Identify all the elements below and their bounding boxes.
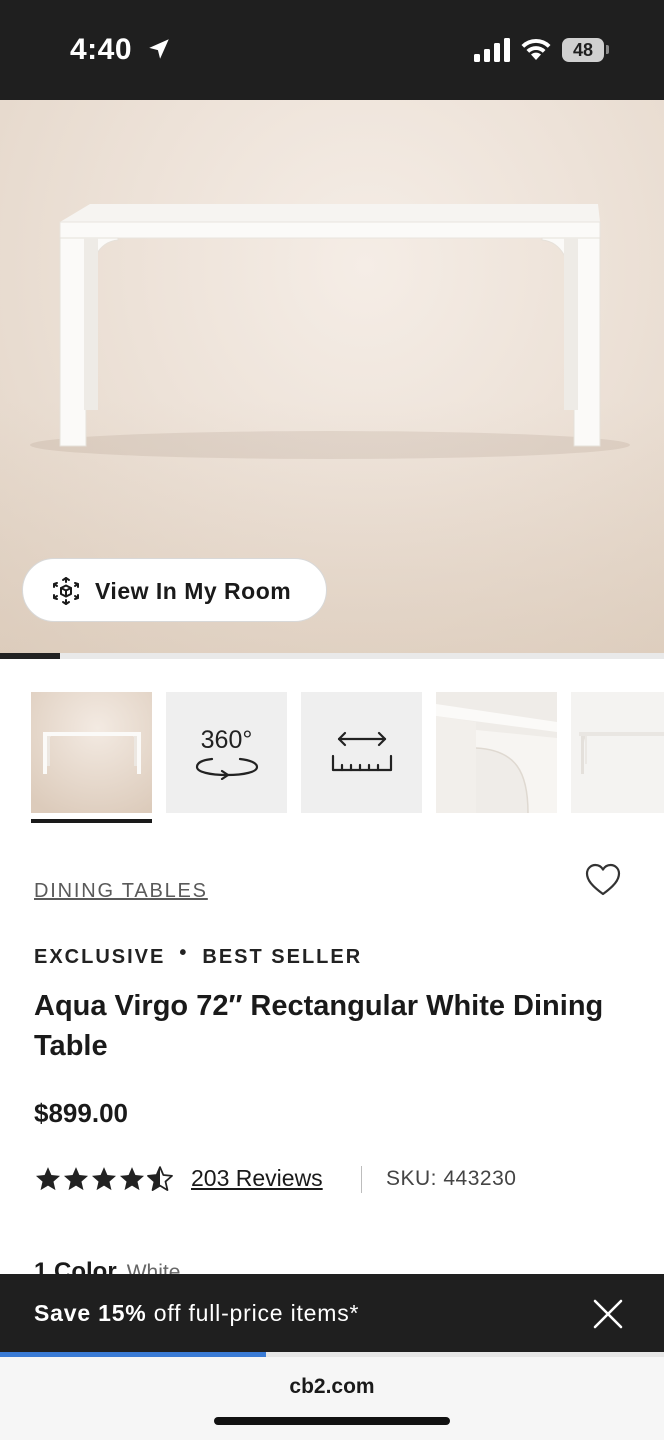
star-full-icon xyxy=(119,1167,145,1191)
category-breadcrumb-link[interactable]: DINING TABLES xyxy=(34,880,208,903)
ar-cube-icon xyxy=(53,577,79,605)
close-icon[interactable] xyxy=(592,1298,624,1330)
thumbnail-strip[interactable]: 360° xyxy=(0,692,664,828)
table-detail-image xyxy=(436,692,557,813)
thumbnail-side-photo[interactable] xyxy=(571,692,664,813)
wifi-icon xyxy=(521,38,551,60)
rating-sku-divider xyxy=(361,1166,362,1193)
thumbnail-selected-indicator xyxy=(31,819,152,823)
battery-indicator: 48 xyxy=(562,38,604,62)
wishlist-heart-icon[interactable] xyxy=(584,862,622,898)
cellular-signal-icon xyxy=(474,38,510,62)
view-in-my-room-label: View In My Room xyxy=(95,578,292,604)
badge-exclusive: EXCLUSIVE xyxy=(34,946,166,968)
product-badges: EXCLUSIVE • BEST SELLER xyxy=(34,942,363,969)
star-full-icon xyxy=(63,1167,89,1191)
table-thumbnail-image xyxy=(31,692,152,813)
url-text[interactable]: cb2.com xyxy=(0,1375,664,1399)
promo-banner[interactable]: Save 15% off full-price items* xyxy=(0,1274,664,1352)
promo-text-bold: Save 15% xyxy=(34,1300,147,1326)
star-full-icon xyxy=(35,1167,61,1191)
star-full-icon xyxy=(91,1167,117,1191)
promo-text: Save 15% off full-price items* xyxy=(34,1300,359,1327)
product-price: $899.00 xyxy=(34,1098,128,1128)
thumbnail-product-photo[interactable] xyxy=(31,692,152,813)
product-hero-image[interactable]: View In My Room xyxy=(0,100,664,653)
badge-separator: • xyxy=(179,942,189,964)
status-time: 4:40 xyxy=(70,33,133,66)
gallery-progress-track xyxy=(0,653,664,659)
star-half-icon xyxy=(147,1166,173,1191)
promo-text-rest: off full-price items* xyxy=(146,1300,360,1326)
thumbnail-dimensions[interactable] xyxy=(301,692,422,813)
rating-stars[interactable] xyxy=(34,1165,174,1195)
product-sku: SKU: 443230 xyxy=(386,1167,517,1190)
dimensions-ruler-icon xyxy=(331,731,393,772)
browser-address-bar[interactable]: cb2.com xyxy=(0,1357,664,1440)
thumbnail-detail-photo[interactable] xyxy=(436,692,557,813)
view-in-my-room-button[interactable]: View In My Room xyxy=(22,558,327,622)
location-arrow-icon xyxy=(149,39,169,59)
thumbnail-360-label: 360° xyxy=(200,726,253,754)
product-title: Aqua Virgo 72″ Rectangular White Dining … xyxy=(34,990,604,1062)
badge-best-seller: BEST SELLER xyxy=(202,946,363,968)
gallery-progress-fill xyxy=(0,653,60,659)
battery-tip xyxy=(606,45,609,54)
home-indicator[interactable] xyxy=(214,1417,450,1425)
status-bar: 4:40 48 xyxy=(0,0,664,100)
reviews-link[interactable]: 203 Reviews xyxy=(191,1165,323,1192)
rotate-360-icon xyxy=(195,757,259,780)
table-side-image xyxy=(571,692,664,813)
thumbnail-360-view[interactable]: 360° xyxy=(166,692,287,813)
